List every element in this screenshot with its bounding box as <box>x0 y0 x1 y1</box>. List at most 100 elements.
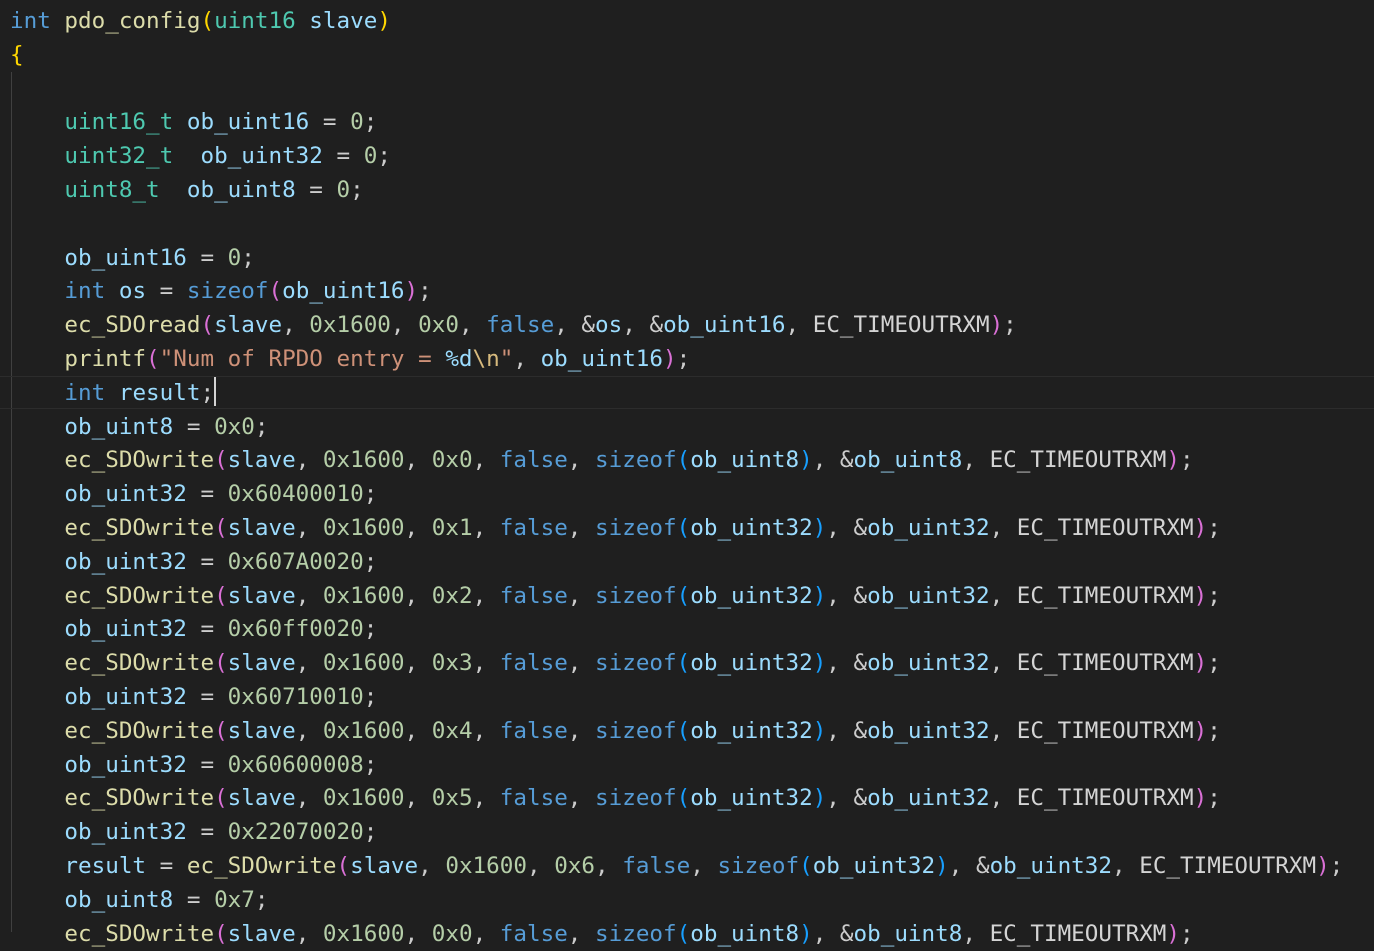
code-token: ob_uint32 <box>867 717 990 744</box>
code-token: sizeof <box>595 514 677 541</box>
code-token: ; <box>363 683 378 710</box>
code-token: , <box>472 717 500 744</box>
code-token: , <box>526 852 555 879</box>
code-token: uint16 <box>214 8 296 34</box>
code-line[interactable]: ob_uint16 = 0; <box>10 242 1343 276</box>
code-token: os <box>595 312 623 339</box>
code-token: , <box>404 582 432 609</box>
code-line[interactable]: ec_SDOwrite(slave, 0x1600, 0x4, false, s… <box>10 715 1343 749</box>
code-token: false <box>499 717 568 744</box>
code-line[interactable]: ec_SDOwrite(slave, 0x1600, 0x5, false, s… <box>10 782 1343 816</box>
code-token: & <box>581 312 596 339</box>
code-line[interactable]: ec_SDOwrite(slave, 0x1600, 0x0, false, s… <box>10 918 1343 951</box>
code-token: ( <box>676 785 691 812</box>
code-line[interactable]: ec_SDOwrite(slave, 0x1600, 0x1, false, s… <box>10 512 1343 546</box>
code-token: , <box>567 650 596 677</box>
code-line[interactable]: ec_SDOwrite(slave, 0x1600, 0x3, false, s… <box>10 647 1343 681</box>
code-token: ob_uint32 <box>812 852 936 879</box>
code-token: , <box>513 345 541 372</box>
code-token: ob_uint32 <box>690 785 813 812</box>
code-lines[interactable]: int pdo_config(uint16 slave){ uint16_t o… <box>0 5 1374 951</box>
code-token: ob_uint8 <box>186 176 296 203</box>
code-token: ( <box>799 852 813 879</box>
code-line[interactable]: { <box>10 39 1343 73</box>
code-line[interactable]: int result; <box>0 375 1374 411</box>
code-token: 0x60600008 <box>227 751 364 778</box>
code-line[interactable]: ec_SDOwrite(slave, 0x1600, 0x2, false, s… <box>10 580 1343 614</box>
code-line[interactable]: ob_uint32 = 0x60400010; <box>10 478 1343 512</box>
code-token: ob_uint8 <box>64 886 174 913</box>
code-token: ; <box>1207 650 1221 677</box>
code-token: = <box>186 751 228 778</box>
code-editor[interactable]: int pdo_config(uint16 slave){ uint16_t o… <box>0 0 1374 947</box>
code-line[interactable]: int pdo_config(uint16 slave) <box>10 5 1343 39</box>
code-token: printf <box>64 345 147 372</box>
code-token: ( <box>214 447 228 474</box>
code-token: , <box>418 852 446 879</box>
code-token: ec_SDOwrite <box>64 785 215 812</box>
code-token: , <box>826 785 854 812</box>
code-token: , <box>472 650 500 677</box>
code-token: ) <box>1316 852 1330 879</box>
code-line[interactable]: ob_uint32 = 0x60710010; <box>10 681 1343 715</box>
code-token: , <box>295 650 323 677</box>
code-token: EC_TIMEOUTRXM <box>1016 785 1194 812</box>
code-line[interactable]: ec_SDOread(slave, 0x1600, 0x0, false, &o… <box>10 309 1343 343</box>
code-line[interactable]: uint32_t ob_uint32 = 0; <box>10 140 1343 174</box>
code-token: ob_uint32 <box>989 852 1112 879</box>
code-token: , <box>554 312 582 339</box>
code-line[interactable]: ob_uint32 = 0x60600008; <box>10 749 1343 783</box>
code-line[interactable]: ob_uint8 = 0x7; <box>10 884 1343 918</box>
code-token: 0 <box>336 176 351 203</box>
text-cursor <box>214 376 217 406</box>
code-token: ob_uint32 <box>64 819 187 846</box>
code-line[interactable]: ob_uint32 = 0x60ff0020; <box>10 613 1343 647</box>
code-token: ob_uint32 <box>690 717 813 744</box>
code-token: ; <box>363 109 378 136</box>
code-token: int <box>10 8 51 34</box>
code-token: ob_uint32 <box>690 650 813 677</box>
code-token: , <box>989 582 1017 609</box>
code-token: ) <box>935 852 949 879</box>
code-line[interactable]: int os = sizeof(ob_uint16); <box>10 275 1343 309</box>
code-token: ob_uint32 <box>690 514 813 541</box>
code-token: 0x60710010 <box>227 683 364 710</box>
code-token: ( <box>676 447 691 474</box>
code-token: , <box>989 650 1017 677</box>
code-token: 0x6 <box>554 852 595 879</box>
code-line[interactable]: uint8_t ob_uint8 = 0; <box>10 174 1343 208</box>
code-token: ; <box>1180 920 1194 947</box>
code-token: , <box>690 852 718 879</box>
code-line[interactable]: result = ec_SDOwrite(slave, 0x1600, 0x6,… <box>10 850 1343 884</box>
code-token: slave <box>214 312 283 339</box>
code-token: slave <box>227 514 296 541</box>
code-token: ) <box>1193 717 1208 744</box>
code-line[interactable]: ob_uint8 = 0x0; <box>10 411 1343 445</box>
code-token: = <box>173 886 215 913</box>
code-line[interactable]: ob_uint32 = 0x607A0020; <box>10 546 1343 580</box>
code-token: ec_SDOwrite <box>64 650 215 677</box>
code-token: & <box>839 920 854 947</box>
code-token: , <box>989 717 1017 744</box>
code-token: , <box>567 785 596 812</box>
code-token: false <box>622 852 691 879</box>
code-line[interactable] <box>10 208 1343 242</box>
code-token: ( <box>214 514 228 541</box>
code-token: , <box>458 312 487 339</box>
code-line[interactable]: ec_SDOwrite(slave, 0x1600, 0x0, false, s… <box>10 444 1343 478</box>
code-token: os <box>118 278 147 305</box>
code-token: , <box>472 785 500 812</box>
code-token: int <box>64 379 106 406</box>
code-token: = <box>295 176 337 203</box>
code-line[interactable]: ob_uint32 = 0x22070020; <box>10 816 1343 850</box>
code-token: ; <box>363 819 378 846</box>
code-line[interactable] <box>10 73 1343 107</box>
code-line[interactable]: uint16_t ob_uint16 = 0; <box>10 106 1343 140</box>
code-line[interactable]: printf("Num of RPDO entry = %d\n", ob_ui… <box>10 343 1343 377</box>
